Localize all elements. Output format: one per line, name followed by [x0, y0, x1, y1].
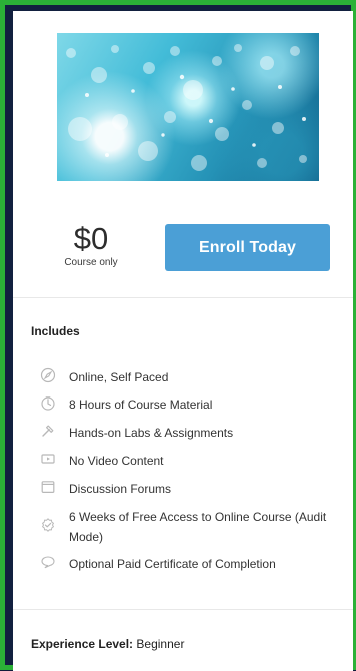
feature-label: Hands-on Labs & Assignments	[69, 426, 234, 440]
clock-icon	[39, 395, 57, 411]
compass-icon	[39, 367, 57, 383]
hammer-icon	[39, 423, 57, 439]
feature-video-content: No Video Content	[39, 451, 329, 471]
feature-label: Online, Self Paced	[69, 370, 169, 384]
section-divider-top	[13, 297, 353, 298]
course-card: $0 Course only Enroll Today Includes Onl…	[13, 11, 353, 671]
video-icon	[39, 451, 57, 467]
price-block: $0 Course only	[47, 222, 135, 269]
course-price: $0	[73, 221, 109, 256]
feature-online-self-paced: Online, Self Paced	[39, 367, 329, 387]
feature-course-hours: 8 Hours of Course Material	[39, 395, 329, 415]
course-hero-image	[57, 33, 319, 181]
experience-label: Experience Level:	[31, 637, 134, 651]
feature-label: Optional Paid Certificate of Completion	[69, 557, 276, 571]
experience-level: Experience Level: Beginner	[31, 637, 184, 651]
enroll-today-button[interactable]: Enroll Today	[165, 224, 330, 271]
includes-title: Includes	[31, 324, 80, 338]
speech-bubble-icon	[39, 554, 57, 570]
feature-free-access: 6 Weeks of Free Access to Online Course …	[39, 507, 329, 547]
calendar-icon	[39, 479, 57, 495]
badge-check-icon	[39, 507, 57, 533]
feature-certificate: Optional Paid Certificate of Completion	[39, 554, 329, 574]
feature-labs-assignments: Hands-on Labs & Assignments	[39, 423, 329, 443]
experience-value: Beginner	[136, 637, 185, 651]
section-divider-bottom	[13, 609, 353, 610]
feature-label: Discussion Forums	[69, 482, 172, 496]
feature-discussion-forums: Discussion Forums	[39, 479, 329, 499]
price-note: Course only	[64, 257, 118, 268]
feature-label: 8 Hours of Course Material	[69, 398, 213, 412]
feature-label: No Video Content	[69, 454, 164, 468]
feature-label: 6 Weeks of Free Access to Online Course …	[69, 510, 327, 544]
page-frame: $0 Course only Enroll Today Includes Onl…	[0, 0, 356, 671]
